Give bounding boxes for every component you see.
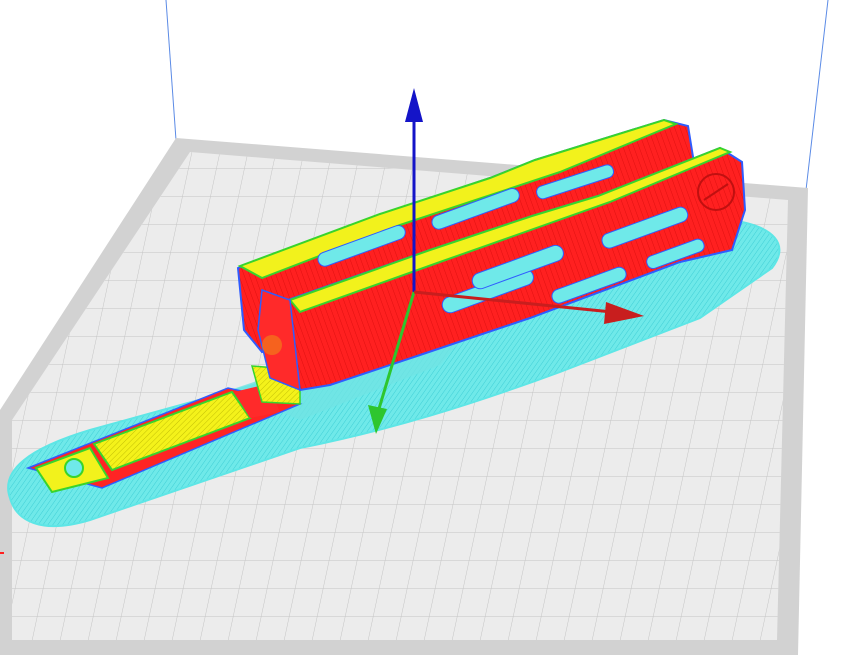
viewport-scene[interactable] [0, 0, 855, 655]
3d-viewport[interactable] [0, 0, 855, 655]
